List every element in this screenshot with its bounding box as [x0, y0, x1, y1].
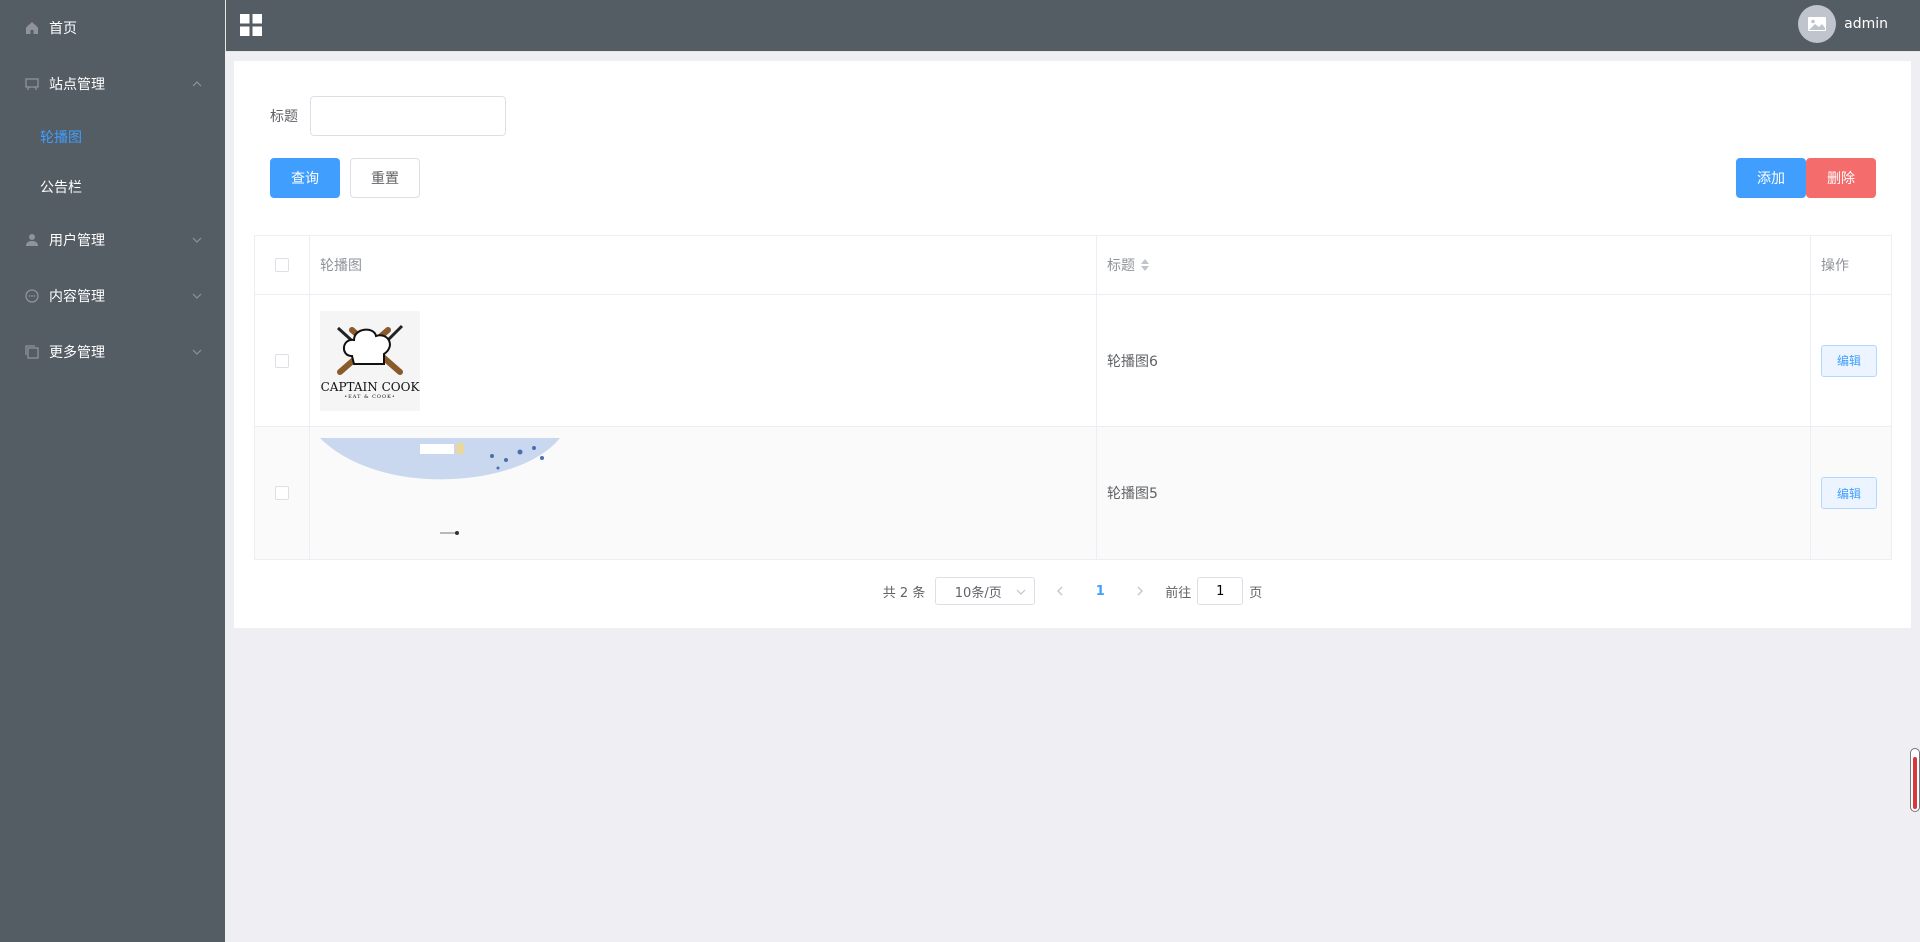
- user-icon: [24, 232, 40, 248]
- row-checkbox[interactable]: [275, 486, 289, 500]
- username: admin: [1844, 16, 1888, 32]
- sidebar-subitem-notice[interactable]: 公告栏: [0, 162, 225, 212]
- image-placeholder-icon: [1808, 17, 1827, 31]
- row-title: 轮播图6: [1097, 295, 1811, 426]
- delete-button[interactable]: 删除: [1806, 158, 1876, 198]
- main-card: 标题 查询 重置 添加 删除 轮播图 标题 操作 CAPTAIN COOK •E…: [234, 61, 1911, 628]
- row-operation-cell: 编辑: [1811, 295, 1891, 426]
- search-form: 标题: [270, 96, 506, 136]
- thumbnail-caption: CAPTAIN COOK: [320, 379, 420, 394]
- copy-icon: [24, 344, 40, 360]
- chevron-down-icon: [191, 234, 203, 246]
- page-size-value: 10条/页: [954, 585, 1002, 601]
- sidebar-item-site[interactable]: 站点管理: [0, 56, 225, 112]
- scroll-thermometer-widget[interactable]: [1910, 748, 1920, 812]
- carousel-thumbnail: CAPTAIN COOK •EAT & COOK•: [320, 310, 420, 411]
- title-search-label: 标题: [270, 109, 298, 125]
- sidebar-subitem-carousel[interactable]: 轮播图: [0, 112, 225, 162]
- pagination: 共 2 条 10条/页 1 前往 页: [234, 577, 1911, 605]
- row-checkbox-cell: [255, 427, 310, 559]
- pagination-total: 共 2 条: [882, 585, 926, 601]
- chevron-down-icon: [191, 346, 203, 358]
- sidebar-item-label: 更多管理: [49, 345, 105, 361]
- avatar[interactable]: [1798, 5, 1837, 43]
- chevron-down-icon: [191, 290, 203, 302]
- row-checkbox-cell: [255, 295, 310, 426]
- banner-image-icon: [320, 438, 560, 535]
- chevron-right-icon: [1137, 586, 1144, 596]
- sidebar-item-label: 站点管理: [49, 77, 105, 93]
- header-operation: 操作: [1821, 258, 1849, 274]
- goto-page-input[interactable]: [1197, 577, 1244, 605]
- header-checkbox-cell: [255, 236, 310, 294]
- prev-page-button[interactable]: [1045, 577, 1075, 605]
- sidebar-item-more[interactable]: 更多管理: [0, 324, 225, 380]
- title-search-input[interactable]: [310, 96, 506, 136]
- edit-button[interactable]: 编辑: [1821, 344, 1877, 377]
- row-operation-cell: 编辑: [1811, 427, 1891, 559]
- sidebar-item-label: 内容管理: [49, 289, 105, 305]
- query-button[interactable]: 查询: [270, 158, 340, 198]
- menu-grid-icon[interactable]: [240, 14, 262, 36]
- header-title-label: 标题: [1107, 258, 1135, 274]
- board-icon: [24, 76, 40, 92]
- goto-prefix: 前往: [1165, 585, 1192, 601]
- table-row: 轮播图5 编辑: [255, 427, 1891, 559]
- page-size-select[interactable]: 10条/页: [935, 577, 1036, 605]
- carousel-table: 轮播图 标题 操作 CAPTAIN COOK •EAT & COOK• 轮播图6…: [254, 235, 1892, 560]
- page-number-current[interactable]: 1: [1085, 584, 1115, 599]
- carousel-thumbnail: [320, 438, 560, 548]
- sidebar: 首页 站点管理 轮播图 公告栏 用户管理 内容管理 更多管理: [0, 0, 225, 942]
- sidebar-item-content[interactable]: 内容管理: [0, 268, 225, 324]
- thumbnail-subcaption: •EAT & COOK•: [344, 393, 396, 400]
- select-all-checkbox[interactable]: [275, 258, 289, 272]
- chevron-down-icon: [1016, 589, 1026, 595]
- sidebar-item-home[interactable]: 首页: [0, 0, 225, 56]
- chef-hat-logo-icon: [336, 324, 404, 375]
- next-page-button[interactable]: [1125, 577, 1155, 605]
- goto-page: 前往 页: [1165, 577, 1262, 605]
- sidebar-subitem-label: 公告栏: [40, 180, 82, 196]
- edit-button[interactable]: 编辑: [1821, 477, 1877, 509]
- reset-button[interactable]: 重置: [350, 158, 420, 198]
- scroll-thermometer-fill: [1913, 757, 1917, 809]
- sort-icon[interactable]: [1141, 259, 1149, 271]
- user-menu[interactable]: admin: [1798, 5, 1888, 43]
- goto-suffix: 页: [1249, 585, 1263, 601]
- header-image: 轮播图: [310, 236, 1097, 294]
- table-header-row: 轮播图 标题 操作: [255, 236, 1891, 295]
- row-image-cell: CAPTAIN COOK •EAT & COOK•: [310, 295, 1097, 426]
- table-row: CAPTAIN COOK •EAT & COOK• 轮播图6 编辑: [255, 295, 1891, 427]
- row-image-cell: [310, 427, 1097, 559]
- row-checkbox[interactable]: [275, 353, 289, 368]
- top-header: admin: [225, 0, 1920, 52]
- sidebar-item-label: 用户管理: [49, 233, 105, 249]
- sidebar-item-label: 首页: [49, 21, 77, 37]
- sidebar-subitem-label: 轮播图: [40, 130, 82, 146]
- row-title: 轮播图5: [1097, 427, 1811, 559]
- chevron-left-icon: [1057, 586, 1063, 596]
- header-title[interactable]: 标题: [1097, 236, 1811, 294]
- home-icon: [24, 20, 40, 36]
- sidebar-item-users[interactable]: 用户管理: [0, 212, 225, 268]
- add-button[interactable]: 添加: [1736, 158, 1806, 198]
- chevron-up-icon: [191, 78, 203, 90]
- chat-icon: [24, 288, 40, 304]
